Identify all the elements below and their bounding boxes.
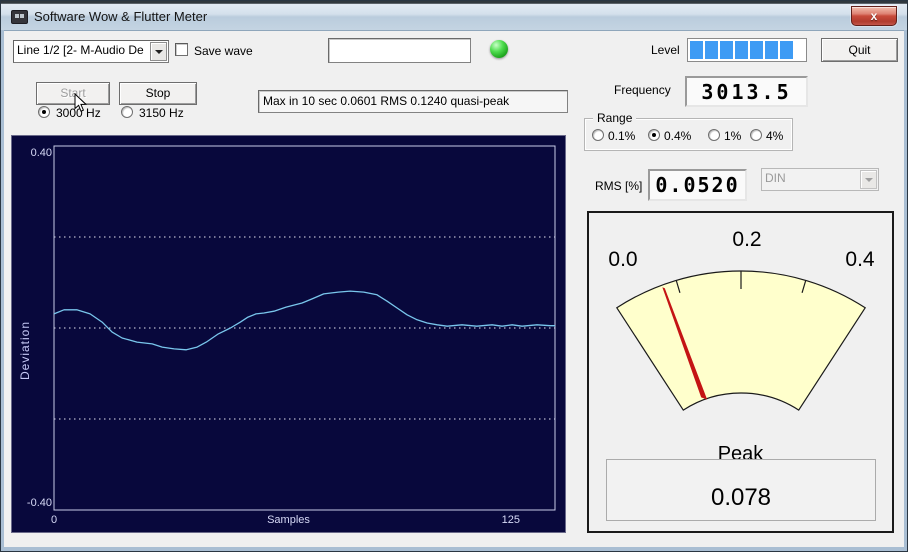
app-icon (11, 10, 28, 24)
combo-dropdown-icon[interactable] (150, 42, 167, 61)
meter-panel: 0.0 0.2 0.4 Peak 0.078 (587, 211, 894, 533)
range-option-0.4[interactable] (648, 129, 660, 141)
range-option-0.1-label: 0.1% (608, 129, 636, 143)
chart-panel: 0.40 -0.40 Deviation 0 Samples 125 (11, 135, 566, 533)
peak-value: 0.078 (606, 459, 876, 521)
gauge-scale-label-max: 0.4 (845, 248, 875, 271)
range-option-1[interactable] (708, 129, 720, 141)
level-meter (687, 38, 807, 62)
wave-filename-field[interactable] (328, 38, 471, 63)
quit-button[interactable]: Quit (821, 38, 898, 62)
window-title: Software Wow & Flutter Meter (34, 9, 208, 24)
range-option-0.4-label: 0.4% (664, 129, 692, 143)
samples-axis-label: Samples (267, 514, 310, 526)
range-option-0.1[interactable] (592, 129, 604, 141)
weighting-combo[interactable]: DIN (761, 168, 879, 191)
x-max-label: 125 (501, 514, 520, 526)
rms-label: RMS [%] (595, 179, 643, 193)
save-wave-checkbox[interactable] (175, 43, 188, 56)
y-max-label: 0.40 (30, 147, 52, 159)
gauge-scale-label-mid: 0.2 (732, 228, 762, 251)
frequency-display: 3013.5 (685, 76, 808, 107)
deviation-plot (53, 145, 556, 511)
radio-3150hz-label: 3150 Hz (139, 106, 184, 120)
radio-3000hz-label: 3000 Hz (56, 106, 101, 120)
stop-button[interactable]: Stop (119, 82, 197, 105)
level-label: Level (651, 43, 680, 57)
status-field: Max in 10 sec 0.0601 RMS 0.1240 quasi-pe… (258, 90, 568, 113)
frequency-label: Frequency (614, 83, 671, 97)
range-group-label: Range (593, 111, 637, 125)
rms-display: 0.0520 (648, 169, 747, 201)
range-option-1-label: 1% (724, 129, 742, 143)
close-button[interactable]: x (851, 6, 897, 26)
y-min-label: -0.40 (26, 497, 52, 509)
save-wave-label: Save wave (194, 44, 253, 58)
app-window: Software Wow & Flutter Meter x Line 1/2 … (0, 0, 908, 552)
device-combo-value: Line 1/2 [2- M-Audio De (17, 43, 144, 57)
record-led-icon (490, 40, 508, 58)
weighting-combo-value: DIN (765, 171, 786, 185)
range-option-4-label: 4% (766, 129, 784, 143)
start-button[interactable]: Start (36, 82, 110, 105)
deviation-axis-label: Deviation (18, 320, 32, 380)
radio-3150hz[interactable] (121, 106, 133, 118)
radio-3000hz[interactable] (38, 106, 50, 118)
title-bar: Software Wow & Flutter Meter x (1, 1, 907, 31)
combo-dropdown-icon (860, 170, 877, 189)
gauge-scale-label-min: 0.0 (608, 248, 638, 271)
device-combo[interactable]: Line 1/2 [2- M-Audio De (13, 40, 169, 63)
range-option-4[interactable] (750, 129, 762, 141)
